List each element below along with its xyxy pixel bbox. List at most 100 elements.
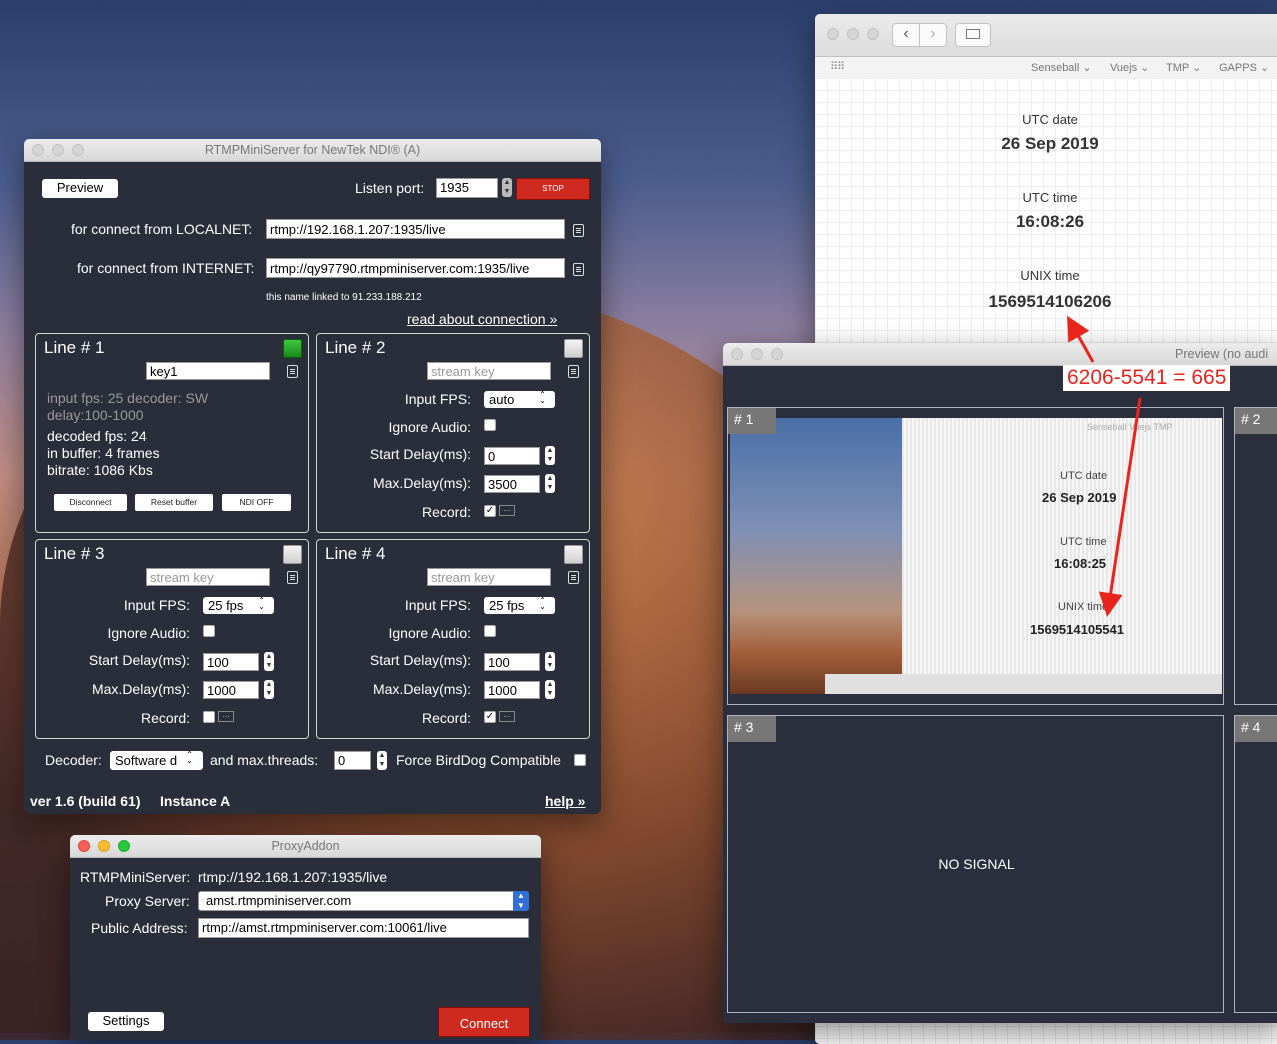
line-4-record-checkbox[interactable]: ✓ [484, 711, 496, 723]
preview-cell-1[interactable]: Senseball Vuejs TMP UTC date 26 Sep 2019… [727, 407, 1224, 705]
ndi-off-button[interactable]: NDI OFF [222, 494, 291, 511]
line-3-copy-icon[interactable] [287, 571, 298, 584]
bookmark-tmp[interactable]: TMP ⌄ [1166, 61, 1201, 74]
preview-cell-4[interactable]: # 4 [1234, 715, 1277, 1013]
minimize-button[interactable] [52, 144, 64, 156]
public-address-field[interactable]: rtmp://amst.rtmpminiserver.com:10061/liv… [198, 918, 529, 938]
sidebar-icon [966, 29, 980, 39]
line-2-panel: Line # 2 stream key Input FPS: auto Igno… [316, 333, 590, 533]
line-2-record-label: Record: [421, 504, 471, 520]
line-3-title: Line # 3 [44, 544, 105, 563]
line-1-bitrate: bitrate: 1086 Kbs [47, 462, 153, 478]
copy-localnet-icon[interactable] [573, 224, 584, 237]
line-3-start-delay-stepper[interactable]: ▲ ▼ [264, 652, 274, 671]
line-4-start-delay-stepper[interactable]: ▲ ▼ [545, 652, 555, 671]
sidebar-toggle-button[interactable] [955, 23, 991, 47]
localnet-url-field[interactable]: rtmp://192.168.1.207:1935/live [266, 219, 565, 239]
close-button[interactable] [78, 840, 90, 852]
minimize-button[interactable] [847, 28, 859, 40]
preview-cell-3[interactable]: # 3 NO SIGNAL [727, 715, 1224, 1013]
line-2-key-input[interactable]: stream key [427, 362, 551, 380]
bookmark-gapps[interactable]: GAPPS ⌄ [1219, 61, 1269, 74]
line-2-max-delay-stepper[interactable]: ▲ ▼ [545, 474, 555, 493]
bookmarks-bar: ⠿⠿ Senseball ⌄ Vuejs ⌄ TMP ⌄ GAPPS ⌄ [815, 57, 1277, 80]
zoom-button[interactable] [867, 28, 879, 40]
disconnect-button[interactable]: Disconnect [54, 494, 127, 511]
decoder-select[interactable]: Software d [110, 750, 203, 770]
frame-utc-date: 26 Sep 2019 [1042, 490, 1117, 505]
internet-url-field[interactable]: rtmp://qy97790.rtmpminiserver.com:1935/l… [266, 258, 565, 278]
zoom-button[interactable] [771, 348, 783, 360]
birddog-checkbox[interactable] [574, 754, 586, 766]
line-4-fps-select[interactable]: 25 fps [484, 596, 555, 614]
bookmark-senseball[interactable]: Senseball ⌄ [1031, 61, 1092, 74]
line-4-record-folder-button[interactable]: ... [499, 711, 515, 722]
line-4-key-input[interactable]: stream key [427, 568, 551, 586]
line-3-max-delay-input[interactable]: 1000 [203, 681, 259, 699]
close-button[interactable] [32, 144, 44, 156]
line-1-title: Line # 1 [44, 338, 105, 357]
line-2-status-indicator[interactable] [564, 339, 583, 358]
frame-dock-strip [825, 674, 1222, 694]
preview-cell-2[interactable]: # 2 [1234, 407, 1277, 705]
line-2-start-delay-input[interactable]: 0 [484, 447, 540, 465]
preview-button[interactable]: Preview [42, 179, 118, 198]
max-threads-stepper[interactable]: ▲ ▼ [377, 751, 387, 770]
copy-internet-icon[interactable] [573, 263, 584, 276]
listen-port-input[interactable]: 1935 [436, 178, 498, 198]
preview-window: Preview (no audi Senseball Vuejs TMP UTC… [723, 343, 1277, 1023]
line-1-key-input[interactable]: key1 [146, 362, 270, 380]
line-1-copy-icon[interactable] [287, 365, 298, 378]
line-2-record-checkbox[interactable]: ✓ [484, 505, 496, 517]
minimize-button[interactable] [98, 840, 110, 852]
line-4-panel: Line # 4 stream key Input FPS: 25 fps Ig… [316, 539, 590, 739]
close-button[interactable] [731, 348, 743, 360]
minimize-button[interactable] [751, 348, 763, 360]
proxy-server-select[interactable]: amst.rtmpminiserver.com [198, 891, 529, 911]
line-2-copy-icon[interactable] [568, 365, 579, 378]
line-2-max-delay-input[interactable]: 3500 [484, 475, 540, 493]
line-3-ignore-audio-checkbox[interactable] [203, 625, 215, 637]
bookmark-vuejs[interactable]: Vuejs ⌄ [1110, 61, 1149, 74]
frame-unix-label: UNIX time [1058, 601, 1109, 613]
line-3-start-delay-input[interactable]: 100 [203, 653, 259, 671]
grid-icon[interactable]: ⠿⠿ [830, 60, 845, 73]
line-3-record-checkbox[interactable] [203, 711, 215, 723]
line-2-ignore-audio-checkbox[interactable] [484, 419, 496, 431]
proxy-select-chevron-icon[interactable]: ▲ ▼ [513, 891, 529, 911]
line-1-panel: Line # 1 key1 input fps: 25 decoder: SW … [35, 333, 309, 533]
stop-button[interactable]: STOP [516, 178, 590, 200]
port-stepper[interactable]: ▲ ▼ [502, 178, 512, 197]
zoom-button[interactable] [72, 144, 84, 156]
settings-button[interactable]: Settings [88, 1012, 164, 1031]
line-4-status-indicator[interactable] [564, 545, 583, 564]
frame-screen-capture: Senseball Vuejs TMP UTC date 26 Sep 2019… [902, 418, 1222, 674]
line-3-record-label: Record: [140, 710, 190, 726]
help-link[interactable]: help » [545, 793, 585, 809]
reset-buffer-button[interactable]: Reset buffer [135, 494, 213, 511]
line-4-start-delay-input[interactable]: 100 [484, 653, 540, 671]
utc-time-label: UTC time [1022, 190, 1078, 205]
line-2-start-delay-stepper[interactable]: ▲ ▼ [545, 446, 555, 465]
line-4-ignore-audio-checkbox[interactable] [484, 625, 496, 637]
server-value: rtmp://192.168.1.207:1935/live [198, 869, 388, 885]
max-threads-label: and max.threads: [210, 752, 319, 768]
line-2-record-folder-button[interactable]: ... [499, 505, 515, 516]
read-about-connection-link[interactable]: read about connection » [407, 311, 557, 327]
zoom-button[interactable] [118, 840, 130, 852]
line-3-fps-select[interactable]: 25 fps [203, 596, 274, 614]
line-3-key-input[interactable]: stream key [146, 568, 270, 586]
line-2-fps-select[interactable]: auto [484, 390, 555, 408]
line-3-status-indicator[interactable] [283, 545, 302, 564]
line-4-title: Line # 4 [325, 544, 386, 563]
line-4-copy-icon[interactable] [568, 571, 579, 584]
line-3-record-folder-button[interactable]: ... [218, 711, 234, 722]
forward-button[interactable]: › [919, 23, 947, 47]
line-3-max-delay-stepper[interactable]: ▲ ▼ [264, 680, 274, 699]
line-1-status-indicator[interactable] [283, 339, 302, 358]
line-4-max-delay-stepper[interactable]: ▲ ▼ [545, 680, 555, 699]
close-button[interactable] [827, 28, 839, 40]
line-4-max-delay-input[interactable]: 1000 [484, 681, 540, 699]
max-threads-input[interactable]: 0 [334, 751, 371, 770]
back-button[interactable]: ‹ [892, 23, 920, 47]
